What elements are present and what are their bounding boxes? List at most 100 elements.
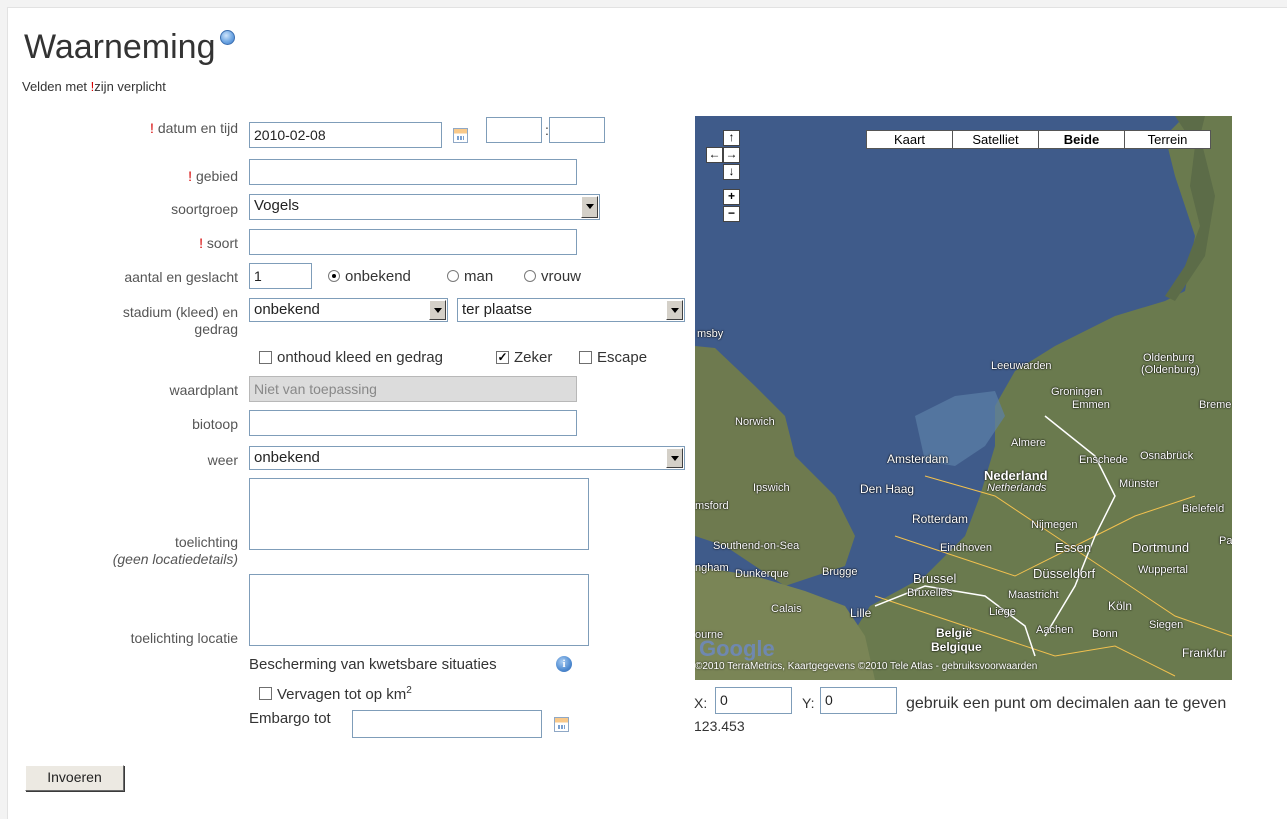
- submit-button[interactable]: Invoeren: [25, 765, 124, 791]
- remember-checkbox[interactable]: [259, 351, 272, 364]
- area-input[interactable]: [249, 159, 577, 185]
- map[interactable]: Kaart Satelliet Beide Terrein ↑ ← → ↓ + …: [695, 116, 1232, 680]
- map-label: Pa: [1219, 535, 1232, 547]
- required-note-suffix: zijn verplicht: [94, 79, 166, 94]
- weather-value: onbekend: [254, 449, 320, 466]
- x-label: X:: [694, 695, 708, 711]
- sex-radio-female[interactable]: [524, 270, 536, 282]
- blur-superscript: 2: [406, 685, 412, 696]
- location-notes-textarea[interactable]: [249, 574, 589, 646]
- embargo-label: Embargo tot: [249, 710, 331, 727]
- map-label: Leeuwarden: [991, 360, 1052, 372]
- pan-right-icon[interactable]: →: [723, 147, 740, 163]
- map-label: ngham: [695, 562, 729, 574]
- map-label: België: [936, 626, 973, 640]
- dropdown-arrow-icon: [581, 196, 598, 218]
- minute-input[interactable]: [549, 117, 605, 143]
- stage-value: onbekend: [254, 301, 320, 318]
- stage-select[interactable]: onbekend: [249, 298, 448, 322]
- pan-up-icon[interactable]: ↑: [723, 130, 740, 146]
- map-label: Bielefeld: [1182, 503, 1225, 515]
- map-type-satelliet[interactable]: Satelliet: [952, 130, 1039, 149]
- host-plant-input: Niet van toepassing: [249, 376, 577, 402]
- map-label: Münster: [1119, 478, 1159, 490]
- date-time-label-text: datum en tijd: [157, 120, 238, 136]
- dropdown-arrow-icon: [429, 300, 446, 320]
- page-title: Waarneming: [24, 28, 216, 66]
- date-input[interactable]: 2010-02-08: [249, 122, 442, 148]
- sex-radio-unknown[interactable]: [328, 270, 340, 282]
- map-label: Frankfur: [1182, 646, 1227, 660]
- map-label: Bonn: [1092, 628, 1118, 640]
- required-note: Velden met !zijn verplicht: [22, 79, 166, 94]
- species-input[interactable]: [249, 229, 577, 255]
- map-type-beide[interactable]: Beide: [1038, 130, 1125, 149]
- certain-checkbox[interactable]: ✓: [496, 351, 509, 364]
- map-copyright[interactable]: ©2010 TerraMetrics, Kaartgegevens ©2010 …: [695, 661, 1037, 672]
- map-label: Dortmund: [1132, 540, 1190, 555]
- sex-option-unknown: onbekend: [345, 268, 411, 285]
- map-label: Rotterdam: [912, 512, 969, 526]
- stage-behavior-label-line1: stadium (kleed) en: [122, 304, 238, 320]
- map-label: Nijmegen: [1031, 519, 1078, 531]
- map-label: (Oldenburg): [1141, 364, 1200, 376]
- behavior-select[interactable]: ter plaatse: [457, 298, 685, 322]
- protection-heading: Bescherming van kwetsbare situaties: [249, 656, 497, 673]
- map-label: Nederland: [984, 468, 1048, 483]
- help-icon[interactable]: [219, 30, 235, 45]
- blur-checkbox-label: Vervagen tot op km2: [277, 685, 412, 703]
- map-label: Belgique: [931, 640, 982, 654]
- date-time-label: ! datum en tijd: [8, 120, 238, 136]
- pan-left-icon[interactable]: ←: [706, 147, 723, 163]
- map-type-terrein[interactable]: Terrein: [1124, 130, 1211, 149]
- count-sex-label: aantal en geslacht: [124, 269, 238, 285]
- species-label-text: soort: [206, 235, 238, 251]
- species-label: ! soort: [8, 235, 238, 251]
- embargo-input[interactable]: [352, 710, 542, 738]
- map-label: Aachen: [1036, 624, 1074, 636]
- sex-radio-male[interactable]: [447, 270, 459, 282]
- biotope-input[interactable]: [249, 410, 577, 436]
- species-group-label: soortgroep: [171, 201, 238, 217]
- notes-textarea[interactable]: [249, 478, 589, 550]
- coords-example: 123.453: [694, 718, 745, 734]
- sex-option-male: man: [464, 268, 494, 285]
- map-label: Almere: [1011, 437, 1046, 449]
- blur-checkbox[interactable]: [259, 687, 272, 700]
- map-label: Osnabrück: [1140, 450, 1194, 462]
- map-type-kaart[interactable]: Kaart: [866, 130, 953, 149]
- behavior-value: ter plaatse: [462, 301, 533, 318]
- weather-select[interactable]: onbekend: [249, 446, 685, 470]
- map-label: Calais: [771, 603, 802, 615]
- calendar-icon[interactable]: [453, 128, 468, 143]
- map-label: Düsseldorf: [1033, 566, 1096, 581]
- required-mark: !: [188, 168, 193, 184]
- zoom-out-icon[interactable]: −: [723, 206, 740, 222]
- hour-input[interactable]: [486, 117, 542, 143]
- map-label: Netherlands: [987, 482, 1047, 494]
- sex-option-female: vrouw: [541, 268, 582, 285]
- required-mark: !: [199, 235, 203, 251]
- y-input[interactable]: 0: [820, 687, 897, 714]
- map-label: Lille: [850, 606, 872, 620]
- map-label: Bruxelles: [907, 587, 953, 599]
- count-input[interactable]: 1: [249, 263, 312, 289]
- info-icon[interactable]: i: [556, 656, 572, 672]
- map-label: Eindhoven: [940, 542, 992, 554]
- species-group-value: Vogels: [254, 197, 300, 214]
- calendar-icon[interactable]: [554, 717, 569, 732]
- google-logo[interactable]: Google: [699, 636, 775, 662]
- species-group-select[interactable]: Vogels: [249, 194, 600, 220]
- zoom-in-icon[interactable]: +: [723, 189, 740, 205]
- map-label: Ipswich: [753, 482, 790, 494]
- stage-behavior-label: stadium (kleed) en gedrag: [8, 304, 238, 338]
- escape-checkbox[interactable]: [579, 351, 592, 364]
- pan-down-icon[interactable]: ↓: [723, 164, 740, 180]
- map-label: Den Haag: [860, 482, 915, 496]
- map-label: Groningen: [1051, 386, 1103, 398]
- x-input[interactable]: 0: [715, 687, 792, 714]
- map-label: Southend-on-Sea: [713, 540, 800, 552]
- map-land: [695, 116, 1232, 680]
- stage-behavior-label-line2: gedrag: [194, 321, 238, 337]
- escape-checkbox-label: Escape: [597, 349, 648, 366]
